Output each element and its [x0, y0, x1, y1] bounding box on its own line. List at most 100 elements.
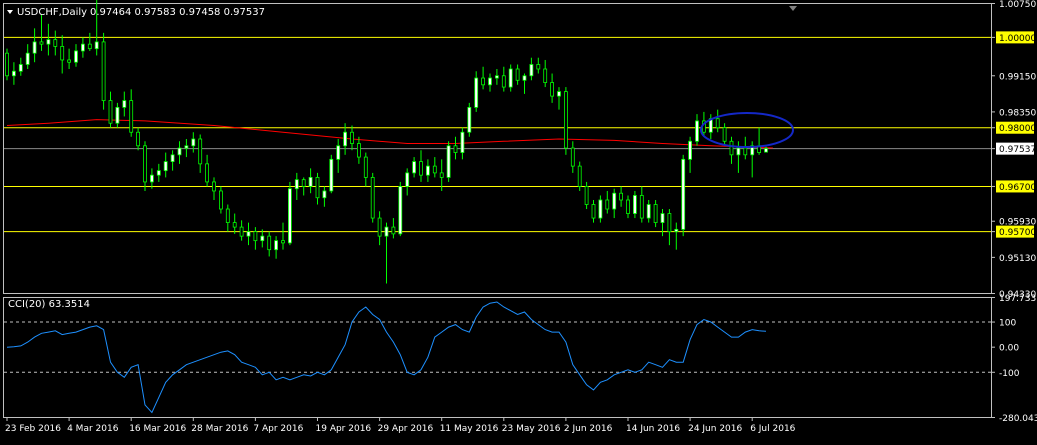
- time-tick-label: 6 Jul 2016: [750, 424, 795, 434]
- candle-body: [239, 226, 244, 237]
- candle: [53, 30, 58, 56]
- candle-body: [287, 188, 292, 244]
- dropdown-arrow-icon[interactable]: [7, 10, 13, 14]
- candle: [274, 236, 279, 259]
- candle: [619, 186, 623, 207]
- candle-body: [439, 172, 444, 178]
- candle: [453, 136, 458, 160]
- candle: [329, 154, 334, 194]
- candle: [550, 73, 554, 103]
- candle-body: [218, 190, 223, 210]
- chart-shift-marker-icon[interactable]: [789, 6, 797, 11]
- candle: [474, 71, 479, 112]
- candle: [481, 66, 486, 90]
- candle: [626, 195, 630, 219]
- candle: [529, 57, 534, 81]
- chart-window[interactable]: 1.00750 1.00000 0.99150 0.98350 0.98000 0.975…: [0, 0, 1037, 441]
- candle: [729, 136, 734, 164]
- time-tick-label: 14 Jun 2016: [626, 424, 680, 434]
- candle: [356, 136, 361, 164]
- candle: [743, 136, 748, 160]
- candle-body: [53, 39, 58, 47]
- price-tick-label: 0.96700: [999, 183, 1036, 193]
- candle: [639, 186, 644, 223]
- candle-body: [60, 46, 65, 61]
- candle-body: [384, 226, 389, 237]
- candle-body: [501, 75, 506, 88]
- candle-body: [729, 140, 734, 156]
- candle-body: [274, 240, 279, 251]
- candle: [681, 154, 686, 237]
- candle: [467, 102, 472, 137]
- highlight-ellipse[interactable]: [700, 112, 794, 148]
- candle-body: [212, 181, 216, 192]
- candle: [246, 222, 251, 246]
- candle: [446, 141, 451, 182]
- candle-body: [205, 163, 210, 183]
- price-tick-label: 0.98350: [999, 108, 1036, 118]
- candle: [170, 150, 175, 171]
- candle-body: [163, 161, 168, 172]
- candle: [591, 199, 596, 223]
- candle-body: [626, 199, 630, 214]
- candle-body: [722, 127, 727, 142]
- candle: [488, 73, 492, 92]
- candle-body: [488, 77, 492, 86]
- candle-body: [122, 100, 127, 108]
- candle: [143, 141, 147, 191]
- candle: [557, 87, 561, 110]
- candle: [25, 44, 30, 69]
- candle: [267, 231, 272, 257]
- symbol-title: USDCHF,Daily: [17, 7, 87, 18]
- time-tick-label: 2 Jun 2016: [564, 424, 613, 434]
- candle-body: [481, 77, 486, 86]
- candle-body: [508, 68, 513, 88]
- candle-body: [591, 204, 596, 219]
- candle: [39, 14, 44, 51]
- ohlc-readout: 0.97464 0.97583 0.97458 0.97537: [90, 7, 265, 18]
- candle: [412, 157, 417, 178]
- candle: [46, 23, 51, 56]
- moving-average-series: [6, 119, 773, 149]
- candle-body: [681, 158, 686, 230]
- candle-body: [74, 50, 78, 63]
- candle: [688, 136, 692, 173]
- candle-body: [177, 147, 182, 156]
- candle: [494, 68, 499, 85]
- candle-body: [87, 43, 92, 50]
- candle-body: [446, 145, 451, 178]
- candle-body: [108, 100, 113, 124]
- candle: [212, 177, 216, 200]
- candle-body: [557, 91, 561, 97]
- time-axis: 23 Feb 2016 4 Mar 2016 16 Mar 2016 28 Mar 2…: [5, 417, 796, 434]
- candle-body: [460, 131, 465, 153]
- cci-tick-label: -280.0437: [999, 414, 1037, 424]
- candle-body: [660, 213, 665, 223]
- candle: [239, 220, 244, 241]
- candle: [232, 213, 237, 234]
- candle: [391, 218, 396, 239]
- time-tick-label: 23 May 2016: [502, 424, 561, 434]
- candle-body: [667, 213, 672, 233]
- candle-body: [329, 158, 334, 192]
- candle-body: [598, 199, 603, 219]
- price-axis: 1.00750 1.00000 0.99150 0.98350 0.98000 0.975…: [991, 0, 1036, 300]
- candle: [156, 163, 161, 182]
- candle-body: [736, 147, 741, 156]
- candle: [667, 209, 672, 246]
- cci-line: [6, 301, 767, 414]
- candle-body: [301, 179, 306, 187]
- price-tick-label: 1.00750: [999, 0, 1036, 10]
- candle-body: [260, 235, 265, 242]
- candle-body: [543, 68, 548, 83]
- candle-body: [322, 190, 327, 199]
- candle: [129, 89, 134, 137]
- candle-body: [570, 147, 575, 167]
- candle: [536, 57, 541, 74]
- candle-body: [143, 145, 147, 183]
- cci-panel-frame: [3, 297, 992, 418]
- candle: [191, 132, 196, 153]
- candle-body: [170, 154, 175, 162]
- candle-body: [198, 138, 203, 165]
- level-lines: [4, 36, 991, 373]
